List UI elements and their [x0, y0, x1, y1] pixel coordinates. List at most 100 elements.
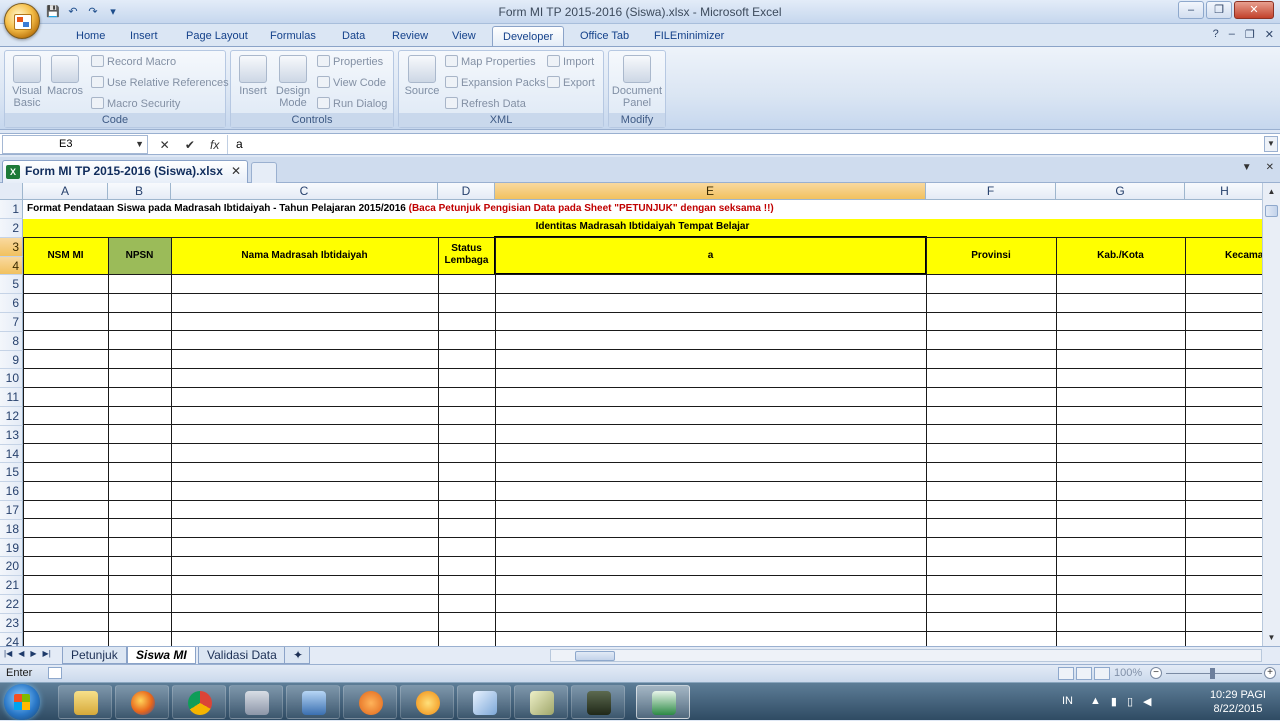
- document-tab[interactable]: X Form MI TP 2015-2016 (Siswa).xlsx ✕: [2, 160, 248, 183]
- cell-area[interactable]: Format Pendataan Siswa pada Madrasah Ibt…: [23, 200, 1262, 646]
- formula-input[interactable]: a: [236, 137, 243, 151]
- row-header-15[interactable]: 15: [0, 463, 23, 483]
- tab-developer[interactable]: Developer: [492, 26, 565, 46]
- volume-icon[interactable]: ◀: [1143, 695, 1151, 708]
- column-header-c[interactable]: C: [171, 183, 438, 200]
- row-header-16[interactable]: 16: [0, 482, 23, 501]
- row-header-12[interactable]: 12: [0, 407, 23, 426]
- zoom-knob[interactable]: [1210, 668, 1215, 679]
- row-header-17[interactable]: 17: [0, 501, 23, 520]
- show-hidden-icon[interactable]: ▲: [1090, 695, 1101, 708]
- row-header-22[interactable]: 22: [0, 595, 23, 614]
- last-sheet-icon[interactable]: ▶|: [43, 649, 51, 658]
- taskbar-network-tool[interactable]: [229, 685, 283, 719]
- insert-sheet-icon[interactable]: ✦: [284, 647, 310, 664]
- language-indicator[interactable]: IN: [1062, 695, 1073, 707]
- map-properties-button[interactable]: Map Properties: [445, 53, 536, 71]
- column-header-h[interactable]: H: [1185, 183, 1262, 200]
- help-icon[interactable]: ?: [1213, 28, 1219, 41]
- scroll-down-icon[interactable]: ▼: [1265, 631, 1278, 644]
- tab-list-icon[interactable]: ▼: [1242, 162, 1252, 173]
- import-button[interactable]: Import: [547, 53, 594, 71]
- scroll-up-icon[interactable]: ▲: [1265, 185, 1278, 198]
- chevron-down-icon[interactable]: ▼: [135, 136, 144, 153]
- doc-restore-icon[interactable]: ❐: [1245, 28, 1255, 41]
- sheet-tab-petunjuk[interactable]: Petunjuk: [62, 647, 127, 664]
- vertical-scrollbar[interactable]: ▲ ▼: [1262, 183, 1280, 646]
- macro-recording-icon[interactable]: [48, 667, 62, 679]
- signal-icon[interactable]: ▮: [1111, 695, 1117, 708]
- network-status-icon[interactable]: ▯: [1127, 695, 1133, 708]
- office-button[interactable]: [4, 3, 40, 39]
- run-dialog-button[interactable]: Run Dialog: [317, 95, 387, 113]
- zoom-in-icon[interactable]: +: [1264, 667, 1276, 679]
- row-header-14[interactable]: 14: [0, 444, 23, 464]
- column-header-f[interactable]: F: [926, 183, 1056, 200]
- doc-close-icon[interactable]: ✕: [1265, 28, 1274, 41]
- page-layout-view-button[interactable]: [1076, 667, 1092, 680]
- design-mode-button[interactable]: Design Mode: [273, 55, 313, 109]
- tab-fileminimizer[interactable]: FILEminimizer: [644, 26, 734, 46]
- horizontal-scrollbar[interactable]: [550, 649, 1262, 662]
- taskbar-clock[interactable]: 10:29 PAGI 8/22/2015: [1210, 688, 1266, 716]
- row-header-11[interactable]: 11: [0, 388, 23, 407]
- zoom-out-icon[interactable]: −: [1150, 667, 1162, 679]
- row-header-13[interactable]: 13: [0, 425, 23, 445]
- row-header-3[interactable]: 3: [0, 237, 23, 257]
- document-panel-button[interactable]: Document Panel: [611, 55, 663, 109]
- row-header-23[interactable]: 23: [0, 613, 23, 633]
- taskbar-burning-tool[interactable]: [400, 685, 454, 719]
- first-sheet-icon[interactable]: |◀: [4, 649, 12, 658]
- row-header-8[interactable]: 8: [0, 331, 23, 351]
- taskbar-remote-desktop[interactable]: [286, 685, 340, 719]
- properties-button[interactable]: Properties: [317, 53, 383, 71]
- row-header-5[interactable]: 5: [0, 275, 23, 295]
- tab-page-layout[interactable]: Page Layout: [176, 26, 258, 46]
- scroll-thumb[interactable]: [1265, 205, 1278, 217]
- taskbar-document-tool[interactable]: [514, 685, 568, 719]
- enter-icon[interactable]: ✔: [185, 138, 195, 152]
- doc-minimize-icon[interactable]: –: [1229, 28, 1235, 41]
- column-header-b[interactable]: B: [108, 183, 171, 200]
- minimize-button[interactable]: –: [1178, 1, 1204, 19]
- row-header-18[interactable]: 18: [0, 519, 23, 539]
- zoom-slider[interactable]: − +: [1150, 667, 1276, 680]
- insert-function-icon[interactable]: fx: [210, 138, 219, 152]
- row-header-1[interactable]: 1: [0, 200, 23, 219]
- taskbar-chrome[interactable]: [172, 685, 226, 719]
- column-header-g[interactable]: G: [1056, 183, 1185, 200]
- zoom-level[interactable]: 100%: [1114, 667, 1142, 679]
- header-nsm-mi[interactable]: NSM MI: [23, 250, 108, 262]
- cancel-icon[interactable]: ✕: [160, 138, 170, 152]
- row-header-7[interactable]: 7: [0, 313, 23, 332]
- row-header-6[interactable]: 6: [0, 294, 23, 313]
- normal-view-button[interactable]: [1058, 667, 1074, 680]
- close-button[interactable]: ✕: [1234, 1, 1274, 19]
- close-tab-icon[interactable]: ✕: [231, 161, 241, 182]
- taskbar-file-explorer[interactable]: [58, 685, 112, 719]
- row-header-20[interactable]: 20: [0, 557, 23, 577]
- taskbar-excel[interactable]: [636, 685, 690, 719]
- column-header-e[interactable]: E: [495, 183, 926, 200]
- column-header-a[interactable]: A: [23, 183, 108, 200]
- tab-formulas[interactable]: Formulas: [260, 26, 326, 46]
- next-sheet-icon[interactable]: ▶: [30, 649, 36, 658]
- tab-home[interactable]: Home: [66, 26, 115, 46]
- taskbar-firefox[interactable]: [115, 685, 169, 719]
- start-button[interactable]: [4, 684, 40, 720]
- header-provinsi[interactable]: Provinsi: [926, 250, 1056, 262]
- taskbar-media-tool[interactable]: [571, 685, 625, 719]
- column-header-d[interactable]: D: [438, 183, 495, 200]
- new-tab-button[interactable]: [251, 162, 277, 183]
- sheet-tab-validasi-data[interactable]: Validasi Data: [198, 647, 286, 664]
- macros-button[interactable]: Macros: [47, 55, 83, 97]
- sheet-tab-siswa-mi[interactable]: Siswa MI: [127, 647, 196, 664]
- expansion-packs-button[interactable]: Expansion Packs: [445, 74, 545, 92]
- select-all-button[interactable]: [0, 183, 23, 200]
- insert-control-button[interactable]: Insert: [235, 55, 271, 97]
- header-kecamatan[interactable]: Kecama: [1185, 250, 1262, 262]
- relative-references-button[interactable]: Use Relative References: [91, 74, 229, 92]
- page-break-view-button[interactable]: [1094, 667, 1110, 680]
- name-box[interactable]: E3 ▼: [2, 135, 148, 154]
- row-header-9[interactable]: 9: [0, 350, 23, 370]
